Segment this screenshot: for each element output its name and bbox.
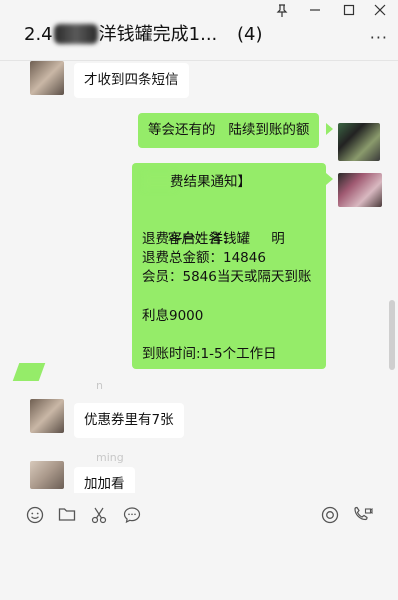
title-prefix: 2.4: [24, 24, 53, 45]
title-suffix: 洋钱罐完成1...: [98, 24, 218, 45]
notice-interest: 利息9000: [142, 308, 204, 324]
avatar[interactable]: [30, 399, 64, 433]
chat-title: 2.4 洋钱罐完成1... (4): [24, 20, 263, 46]
pin-icon[interactable]: [272, 4, 292, 22]
redacted-name: [53, 24, 98, 44]
message-bubble[interactable]: 才收到四条短信: [74, 63, 189, 98]
faded-nickname: ming: [96, 451, 124, 464]
member-count: (4): [237, 24, 263, 45]
message-bubble[interactable]: 加加看: [74, 467, 135, 493]
notice-total: 退费总金额：14846: [142, 250, 266, 266]
name-value: 明: [271, 230, 285, 247]
bubble-tail: [326, 123, 333, 135]
notice-header: 费结果通知】: [170, 174, 251, 190]
notice-member: 会员：5846当天或隔天到账: [142, 269, 312, 285]
notice-arrival: 到账时间:1-5个工作日: [142, 346, 277, 362]
card-notch: [12, 363, 46, 381]
maximize-icon[interactable]: [339, 4, 359, 20]
message-list[interactable]: 才收到四条短信 等会还有的 陆续到账的额 费结果通知】 客户姓名：明 退费平台：…: [0, 61, 398, 493]
avatar[interactable]: [338, 123, 380, 161]
title-bar: 2.4 洋钱罐完成1... (4) ···: [0, 0, 398, 61]
message-bubble[interactable]: 等会还有的 陆续到账的额: [138, 113, 320, 148]
avatar[interactable]: [30, 61, 64, 95]
chat-bubble-icon[interactable]: [121, 506, 143, 528]
avatar[interactable]: [30, 461, 64, 489]
live-icon[interactable]: [319, 506, 341, 528]
message-input[interactable]: [0, 540, 398, 600]
faded-nickname: n: [96, 379, 103, 392]
minimize-icon[interactable]: [305, 4, 325, 20]
video-call-icon[interactable]: [352, 506, 374, 528]
close-icon[interactable]: [370, 4, 390, 20]
message-bubble[interactable]: 优惠券里有7张: [74, 403, 184, 438]
scissors-icon[interactable]: [88, 506, 110, 528]
refund-notice-card[interactable]: 费结果通知】 客户姓名：明 退费平台：洋钱罐 退费总金额：14846 会员：58…: [132, 163, 326, 369]
input-toolbar: [0, 498, 398, 538]
avatar[interactable]: [338, 173, 382, 207]
notice-platform: 退费平台：洋钱罐: [142, 231, 250, 247]
folder-icon[interactable]: [56, 506, 78, 528]
scrollbar[interactable]: [389, 300, 395, 370]
more-options-icon[interactable]: ···: [370, 28, 388, 47]
bubble-tail: [326, 173, 333, 185]
emoji-icon[interactable]: [24, 506, 46, 528]
